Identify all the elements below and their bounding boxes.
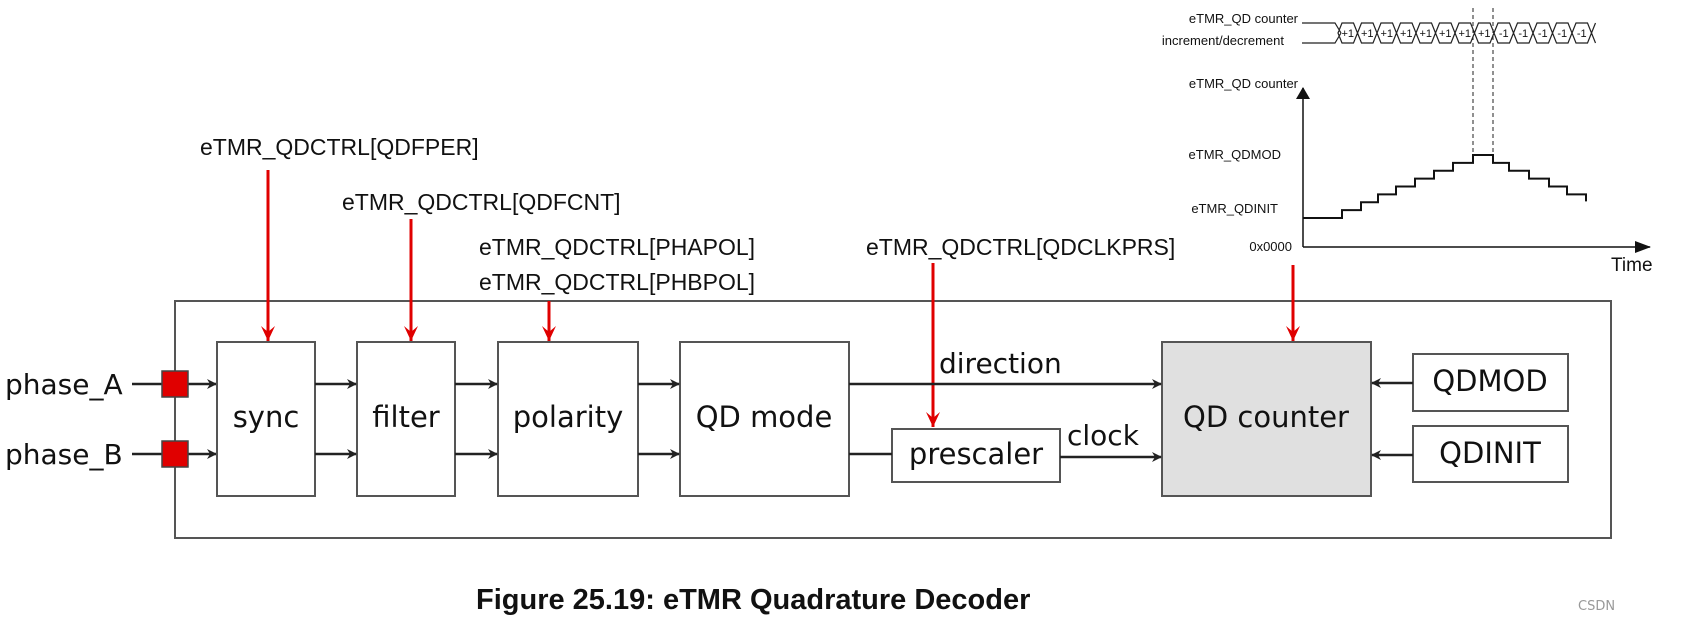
increment-cell-label: -1 — [1557, 28, 1567, 40]
watermark-csdn: CSDN — [1578, 599, 1615, 614]
increment-cell-label: +1 — [1439, 28, 1452, 40]
register-label-qdfcnt: eTMR_QDCTRL[QDFCNT] — [342, 189, 621, 215]
block-qdinit-label: QDINIT — [1439, 436, 1541, 470]
increment-cell-label: -1 — [1577, 28, 1587, 40]
increment-cell-label: +1 — [1341, 28, 1354, 40]
increment-cell-label: -1 — [1499, 28, 1509, 40]
increment-cell-label: +1 — [1400, 28, 1413, 40]
block-qd-mode-label: QD mode — [696, 400, 833, 434]
block-filter-label: filter — [372, 400, 440, 434]
increment-cell-label: +1 — [1380, 28, 1393, 40]
register-label-qdclkprs: eTMR_QDCTRL[QDCLKPRS] — [866, 234, 1175, 260]
timing-label-bus-2: increment/decrement — [1162, 33, 1284, 48]
timing-label-bus-1: eTMR_QD counter — [1189, 11, 1299, 26]
block-polarity-label: polarity — [513, 400, 624, 434]
block-sync-label: sync — [233, 400, 300, 434]
register-label-qdfper: eTMR_QDCTRL[QDFPER] — [200, 134, 479, 160]
increment-bus: +1 +1 +1 +1 +1 +1 +1 +1 -1 -1 -1 -1 -1 — [1302, 22, 1597, 44]
input-label-phase-b: phase_B — [5, 438, 123, 471]
increment-cell-label: -1 — [1518, 28, 1528, 40]
timing-label-qdinit: eTMR_QDINIT — [1191, 201, 1278, 216]
pin-phase-a — [161, 370, 189, 398]
counter-staircase — [1303, 154, 1587, 219]
register-label-phapol: eTMR_QDCTRL[PHAPOL] — [479, 234, 755, 260]
timing-label-time: Time — [1611, 255, 1653, 276]
increment-cell-label: +1 — [1478, 28, 1491, 40]
increment-cell-label: +1 — [1458, 28, 1471, 40]
timing-label-counter: eTMR_QD counter — [1189, 76, 1299, 91]
quadrature-decoder-diagram: eTMR_QDCTRL[QDFPER] eTMR_QDCTRL[QDFCNT] … — [5, 8, 1653, 616]
figure-caption: Figure 25.19: eTMR Quadrature Decoder — [476, 584, 1030, 616]
increment-cell-label: -1 — [1538, 28, 1548, 40]
block-prescaler-label: prescaler — [909, 437, 1043, 471]
signal-label-direction: direction — [939, 347, 1062, 380]
block-qdmod-label: QDMOD — [1432, 364, 1547, 398]
timing-diagram: eTMR_QD counter increment/decrement eTMR… — [1162, 8, 1653, 276]
timing-label-qdmod: eTMR_QDMOD — [1189, 147, 1281, 162]
input-label-phase-a: phase_A — [5, 368, 123, 401]
register-label-phbpol: eTMR_QDCTRL[PHBPOL] — [479, 269, 755, 295]
increment-cell-label: +1 — [1419, 28, 1432, 40]
signal-label-clock: clock — [1067, 419, 1140, 452]
pin-phase-b — [161, 440, 189, 468]
timing-label-zero: 0x0000 — [1249, 239, 1292, 254]
increment-cell-label: +1 — [1361, 28, 1374, 40]
block-qd-counter-label: QD counter — [1183, 400, 1349, 434]
